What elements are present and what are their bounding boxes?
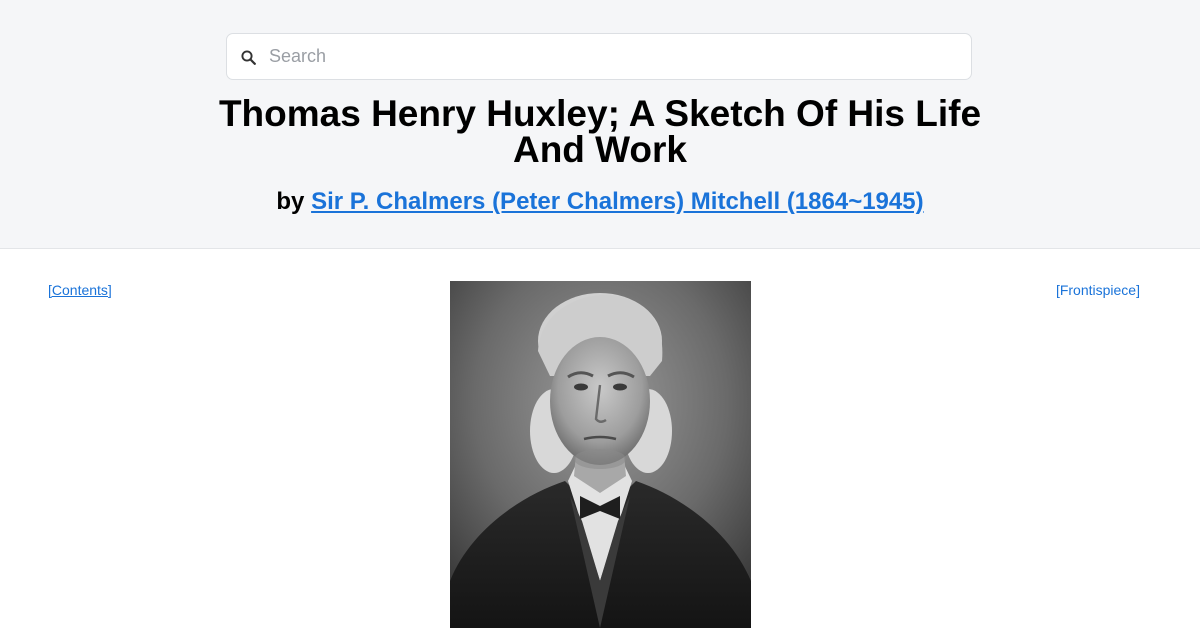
frontispiece-nav: [Frontispiece] (1056, 281, 1140, 299)
byline-prefix: by (276, 188, 305, 215)
portrait-drawing (450, 281, 751, 628)
search-icon (240, 49, 258, 67)
byline: by Sir P. Chalmers (Peter Chalmers) Mitc… (100, 186, 1100, 218)
author-link[interactable]: Sir P. Chalmers (Peter Chalmers) Mitchel… (311, 188, 924, 215)
search-box[interactable] (226, 33, 972, 80)
search-input[interactable] (269, 34, 959, 79)
contents-link[interactable]: [Contents] (48, 282, 112, 298)
page-header: Thomas Henry Huxley; A Sketch Of His Lif… (0, 0, 1200, 249)
frontispiece-portrait (450, 281, 751, 628)
contents-nav: [Contents] (48, 281, 112, 299)
frontispiece-link[interactable]: [Frontispiece] (1056, 282, 1140, 298)
book-title: Thomas Henry Huxley; A Sketch Of His Lif… (218, 93, 982, 170)
